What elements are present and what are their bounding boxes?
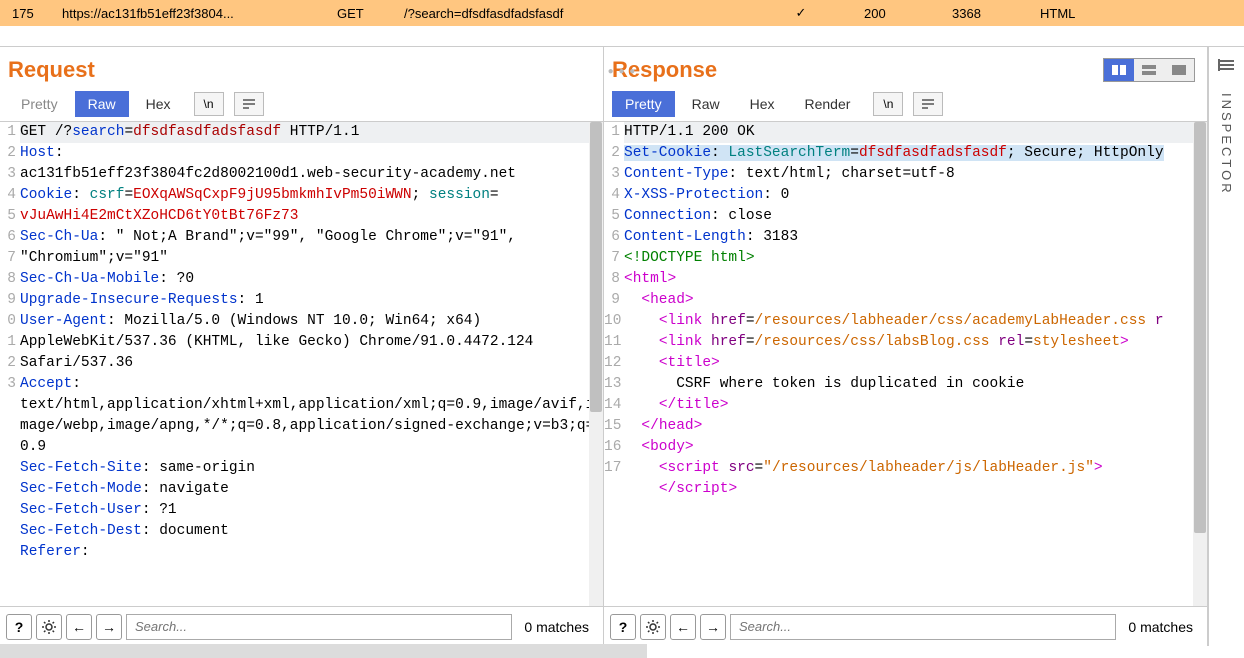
scrollbar[interactable]	[1193, 122, 1207, 606]
help-icon: ?	[619, 619, 628, 635]
prev-button[interactable]: ←	[670, 614, 696, 640]
layout-split-button[interactable]	[1104, 59, 1134, 81]
wrap-icon	[242, 98, 256, 110]
tab-render[interactable]: Render	[792, 91, 864, 117]
search-input[interactable]	[126, 614, 512, 640]
layout-single-button[interactable]	[1164, 59, 1194, 81]
response-editor[interactable]: 1234567891011121314151617 HTTP/1.1 200 O…	[604, 122, 1207, 606]
horizontal-scrollbar[interactable]	[0, 644, 647, 658]
newline-button[interactable]: \n	[873, 92, 903, 116]
arrow-right-icon: →	[706, 619, 720, 635]
col-size: 3368	[944, 6, 1032, 21]
col-edited: ✓	[746, 5, 856, 21]
layout-stack-button[interactable]	[1134, 59, 1164, 81]
col-type: HTML	[1032, 6, 1120, 21]
tab-pretty[interactable]: Pretty	[612, 91, 675, 117]
prev-button[interactable]: ←	[66, 614, 92, 640]
request-editor[interactable]: 1234567890123 GET /?search=dfsdfasdfadsf…	[0, 122, 603, 606]
response-tabs: Pretty Raw Hex Render \n	[604, 87, 1207, 122]
wrap-button[interactable]	[234, 92, 264, 116]
col-path: /?search=dfsdfasdfadsfasdf	[396, 6, 746, 21]
tab-raw[interactable]: Raw	[75, 91, 129, 117]
rows-icon	[1141, 64, 1157, 76]
search-input[interactable]	[730, 614, 1116, 640]
newline-button[interactable]: \n	[194, 92, 224, 116]
arrow-left-icon: ←	[72, 619, 86, 635]
inspector-label: INSPECTOR	[1219, 93, 1234, 196]
gear-icon	[41, 619, 57, 635]
help-button[interactable]: ?	[610, 614, 636, 640]
main-split: Request Pretty Raw Hex \n 1234567890123 …	[0, 46, 1244, 646]
col-id: 175	[4, 6, 54, 21]
proxy-history-row[interactable]: 175 https://ac131fb51eff23f3804... GET /…	[0, 0, 1244, 26]
scrollbar[interactable]	[589, 122, 603, 606]
tab-pretty[interactable]: Pretty	[8, 91, 71, 117]
request-pane: Request Pretty Raw Hex \n 1234567890123 …	[0, 47, 604, 646]
match-count: 0 matches	[516, 619, 597, 635]
next-button[interactable]: →	[700, 614, 726, 640]
col-url: https://ac131fb51eff23f3804...	[54, 6, 329, 21]
single-icon	[1171, 64, 1187, 76]
wrap-icon	[921, 98, 935, 110]
next-button[interactable]: →	[96, 614, 122, 640]
drag-handle-icon[interactable]: ● ● ●	[608, 66, 637, 77]
request-tabs: Pretty Raw Hex \n	[0, 87, 603, 122]
response-pane: Response Pretty Raw Hex Render \n	[604, 47, 1208, 646]
tab-hex[interactable]: Hex	[737, 91, 788, 117]
gear-icon	[645, 619, 661, 635]
wrap-button[interactable]	[913, 92, 943, 116]
request-title: Request	[8, 57, 95, 83]
help-button[interactable]: ?	[6, 614, 32, 640]
request-footer: ? ← → 0 matches	[0, 606, 603, 646]
settings-button[interactable]	[640, 614, 666, 640]
response-footer: ? ← → 0 matches	[604, 606, 1207, 646]
inspector-panel[interactable]: INSPECTOR	[1208, 47, 1244, 646]
columns-icon	[1111, 64, 1127, 76]
arrow-right-icon: →	[102, 619, 116, 635]
col-method: GET	[329, 6, 396, 21]
inspector-toggle-icon[interactable]	[1215, 53, 1239, 77]
arrow-left-icon: ←	[676, 619, 690, 635]
settings-button[interactable]	[36, 614, 62, 640]
tab-raw[interactable]: Raw	[679, 91, 733, 117]
match-count: 0 matches	[1120, 619, 1201, 635]
help-icon: ?	[15, 619, 24, 635]
layout-toggle	[1103, 58, 1195, 82]
tab-hex[interactable]: Hex	[133, 91, 184, 117]
col-status: 200	[856, 6, 944, 21]
